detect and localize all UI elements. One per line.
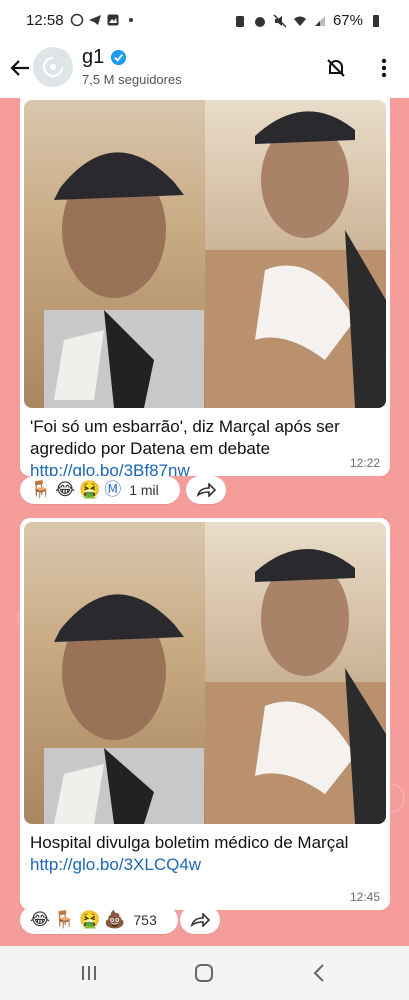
status-bar: 12:58 67% xyxy=(0,0,409,42)
battery-saver-icon xyxy=(235,15,244,27)
more-vert-icon xyxy=(381,58,387,78)
verified-badge-icon xyxy=(111,49,127,66)
poop-reaction-icon: 💩 xyxy=(104,910,126,929)
channel-avatar-icon xyxy=(43,57,63,77)
message-reactions[interactable]: 🪑 😂 🤮 Ⓜ 1 mil xyxy=(20,476,180,504)
message-caption: Hospital divulga boletim médico de Marça… xyxy=(30,833,349,852)
message-caption: 'Foi só um esbarrão', diz Marçal após se… xyxy=(30,417,340,458)
mute-bell-icon xyxy=(327,59,345,77)
reaction-count: 753 xyxy=(133,912,157,928)
back-arrow-icon xyxy=(10,60,29,76)
image-right-frame xyxy=(205,100,386,408)
man-with-cast-figure xyxy=(205,548,386,824)
recent-apps-button[interactable] xyxy=(80,964,98,987)
home-icon xyxy=(195,964,213,982)
forward-button[interactable] xyxy=(180,906,220,934)
recents-icon xyxy=(82,966,96,980)
reaction-count: 1 mil xyxy=(129,482,159,498)
message-reactions[interactable]: 😂 🪑 🤮 💩 753 xyxy=(20,906,178,934)
channel-avatar[interactable] xyxy=(33,47,73,87)
message-time: 12:45 xyxy=(349,890,380,904)
back-button[interactable] xyxy=(6,54,34,82)
telegram-notification-icon xyxy=(89,15,101,25)
home-button[interactable] xyxy=(194,963,214,988)
laughing-reaction-icon: 😂 xyxy=(30,910,50,929)
status-time: 12:58 xyxy=(26,12,64,29)
chair-reaction-icon: 🪑 xyxy=(53,910,76,929)
m-letter-reaction-icon: Ⓜ xyxy=(104,480,122,499)
message-link[interactable]: http://glo.bo/3XLCQ4w xyxy=(24,854,386,876)
forward-button[interactable] xyxy=(186,476,226,504)
channel-message[interactable]: Hospital divulga boletim médico de Marça… xyxy=(20,518,390,910)
status-system-icons: 67% xyxy=(233,12,383,29)
forward-icon xyxy=(190,913,210,927)
image-left-frame xyxy=(24,522,205,824)
mute-button[interactable] xyxy=(322,54,350,82)
battery-icon xyxy=(373,14,379,27)
channel-title[interactable]: g1 xyxy=(82,46,127,69)
man-with-cast-figure xyxy=(205,111,386,408)
gallery-notification-icon xyxy=(107,14,119,26)
image-left-frame xyxy=(24,100,205,408)
battery-percent: 67% xyxy=(332,12,363,29)
message-time: 12:22 xyxy=(349,456,380,470)
followers-count: 7,5 M seguidores xyxy=(82,72,182,87)
signal-icon xyxy=(314,15,325,26)
man-in-cap-figure xyxy=(44,152,204,408)
man-in-cap-figure xyxy=(44,594,204,824)
laughing-reaction-icon: 😂 xyxy=(55,480,76,499)
chair-reaction-icon: 🪑 xyxy=(30,480,52,499)
wifi-icon xyxy=(293,16,306,26)
system-back-button[interactable] xyxy=(312,963,326,988)
more-notifications-dot-icon xyxy=(129,18,133,22)
status-notification-icons xyxy=(70,13,138,27)
forward-icon xyxy=(196,483,216,497)
chevron-left-icon xyxy=(313,964,324,982)
channel-header: g1 7,5 M seguidores xyxy=(0,42,409,98)
image-right-frame xyxy=(205,522,386,824)
message-image[interactable] xyxy=(24,522,386,824)
vomiting-reaction-icon: 🤮 xyxy=(79,480,101,499)
whatsapp-notification-icon xyxy=(70,13,84,27)
more-options-button[interactable] xyxy=(372,54,396,82)
system-navigation-bar xyxy=(0,946,409,1000)
mute-icon xyxy=(273,13,287,28)
message-image[interactable] xyxy=(24,100,386,408)
channel-name: g1 xyxy=(82,46,105,68)
alarm-icon xyxy=(254,16,265,27)
vomiting-reaction-icon: 🤮 xyxy=(79,910,101,929)
channel-message[interactable]: 'Foi só um esbarrão', diz Marçal após se… xyxy=(20,98,390,480)
chat-area[interactable]: 'Foi só um esbarrão', diz Marçal após se… xyxy=(0,98,409,946)
